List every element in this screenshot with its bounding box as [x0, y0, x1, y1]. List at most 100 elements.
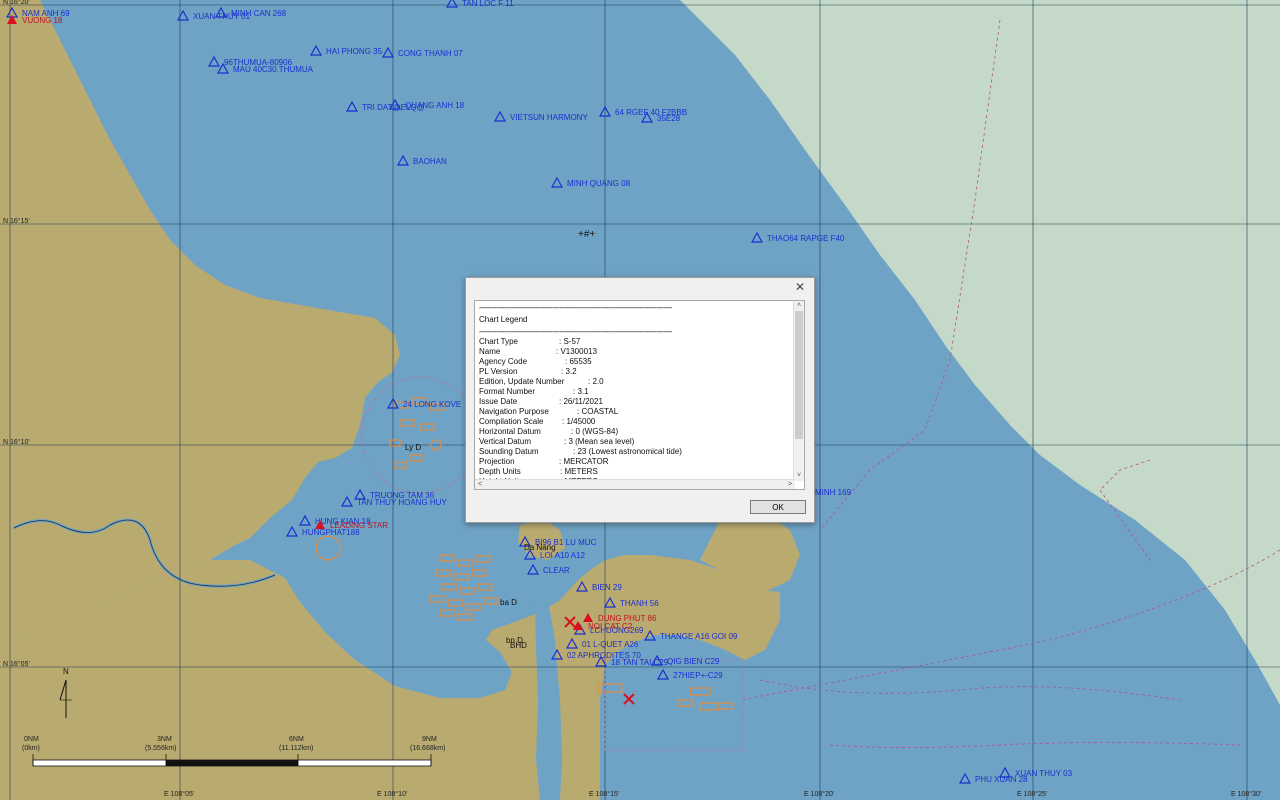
vessel-label[interactable]: 24 LONG KOVE [403, 400, 461, 409]
vessel-label[interactable]: TAN LOC F 11 [462, 0, 514, 8]
legend-value: : 3.2 [561, 367, 577, 376]
longitude-label: E 108°10' [377, 790, 407, 798]
legend-value: : 65535 [565, 357, 592, 366]
legend-rows: Chart Type : S-57 Name: V1300013 Agency Cod… [479, 337, 791, 483]
legend-key: Vertical Datum [479, 437, 532, 446]
vessel-label[interactable]: QUANG ANH 18 [405, 101, 465, 110]
vessel-label[interactable]: MINH QUANG 08 [567, 179, 631, 188]
legend-row: Agency Code : 65535 [479, 357, 791, 367]
vessel-label-alert[interactable]: LEADING STAR [330, 521, 388, 530]
longitude-label: E 108°15' [589, 790, 619, 798]
vessel-label[interactable]: HAI PHONG 35 [326, 47, 383, 56]
legend-value: : 3 (Mean sea level) [564, 437, 635, 446]
vertical-scrollbar[interactable]: ˄ ˅ [793, 301, 804, 481]
vessel-label-alert[interactable]: VUONG 18 [22, 16, 63, 25]
latitude-label: N 16°05' [3, 660, 30, 668]
legend-row: Chart Type : S-57 [479, 337, 791, 347]
vessel-label[interactable]: VIETSUN HARMONY [510, 113, 588, 122]
scroll-left-icon[interactable]: < [475, 480, 485, 489]
place-label: Ly D [405, 443, 421, 452]
legend-row: Navigation Purpose : COASTAL [479, 407, 791, 417]
vessel-label[interactable]: 01 L-QUET A26 [582, 640, 639, 649]
legend-value: : 1/45000 [562, 417, 596, 426]
legend-value: : COASTAL [577, 407, 619, 416]
legend-row: Depth Units : METERS [479, 467, 791, 477]
legend-key: Horizontal Datum [479, 427, 541, 436]
legend-separator: ----------------------------------------… [479, 327, 672, 336]
legend-key: Agency Code [479, 357, 528, 366]
legend-key: Depth Units [479, 467, 521, 476]
legend-row: Projection : MERCATOR [479, 457, 791, 467]
scale-3-nm: 3NM [157, 736, 172, 743]
chart-legend-dialog[interactable]: ✕ --------------------------------------… [465, 277, 815, 523]
latitude-label: N 16°20' [3, 0, 30, 6]
vessel-label[interactable]: MINH 169 [815, 488, 852, 497]
legend-value: : 23 (Lowest astronomical tide) [573, 447, 682, 456]
scale-9-km: (16.668km) [410, 745, 445, 752]
legend-key: Projection [479, 457, 515, 466]
legend-key: Edition, Update Number [479, 377, 565, 386]
vessel-label[interactable]: THAO64 RAPGE F40 [767, 234, 845, 243]
legend-row: Horizontal Datum : 0 (WGS-84) [479, 427, 791, 437]
place-label: BHD [510, 641, 527, 650]
vessel-label[interactable]: BAOHAN [413, 157, 447, 166]
legend-heading: Chart Legend [479, 315, 528, 324]
place-label: ba D [500, 598, 517, 607]
north-label: N [63, 667, 69, 676]
vessel-label[interactable]: 35E28 [657, 114, 681, 123]
legend-value: : METERS [560, 467, 598, 476]
legend-key: Chart Type [479, 337, 518, 346]
legend-key: Navigation Purpose [479, 407, 549, 416]
vessel-label[interactable]: MAU 40C30.THUMUA [233, 65, 314, 74]
scroll-down-icon[interactable]: ˅ [794, 471, 804, 481]
longitude-label: E 108°20' [804, 790, 834, 798]
legend-key: Sounding Datum [479, 447, 539, 456]
vessel-label[interactable]: CONG THANH 07 [398, 49, 463, 58]
legend-key: Issue Date [479, 397, 518, 406]
longitude-label: E 108°05' [164, 790, 194, 798]
close-icon[interactable]: ✕ [792, 280, 808, 294]
vessel-label[interactable]: QIG BIEN C29 [667, 657, 720, 666]
scale-6-nm: 6NM [289, 736, 304, 743]
scroll-right-icon[interactable]: > [785, 480, 795, 489]
vessel-label[interactable]: BIEN 29 [592, 583, 622, 592]
scale-0-nm: 0NM [24, 736, 39, 743]
legend-row: Edition, Update Number : 2.0 [479, 377, 791, 387]
legend-row: Format Number : 3.1 [479, 387, 791, 397]
horizontal-scrollbar[interactable]: < > [475, 479, 795, 489]
legend-row: Issue Date: 26/11/2021 [479, 397, 791, 407]
legend-key: Compilation Scale [479, 417, 544, 426]
scale-3-km: (5.556km) [145, 745, 177, 752]
scale-6-km: (11.112km) [279, 745, 313, 752]
legend-row: Vertical Datum : 3 (Mean sea level) [479, 437, 791, 447]
legend-key: Format Number [479, 387, 536, 396]
legend-row: Sounding Datum : 23 (Lowest astronomical … [479, 447, 791, 457]
place-label: Da Nang [524, 543, 556, 552]
legend-text-box[interactable]: ----------------------------------------… [474, 300, 805, 490]
legend-content: ----------------------------------------… [479, 303, 791, 483]
legend-value: : MERCATOR [559, 457, 609, 466]
longitude-label: E 108°30' [1231, 790, 1261, 798]
ok-button[interactable]: OK [750, 500, 806, 514]
vessel-label[interactable]: LOI A10 A12 [540, 551, 585, 560]
vessel-label[interactable]: CLEAR [543, 566, 570, 575]
vessel-label[interactable]: 27HIEP+-C29 [673, 671, 723, 680]
vessel-label[interactable]: MINH CAN 268 [231, 9, 287, 18]
legend-row: Name: V1300013 [479, 347, 791, 357]
longitude-label: E 108°25' [1017, 790, 1047, 798]
vessel-label-alert[interactable]: NOI CAT C2 [588, 622, 633, 631]
legend-separator: ----------------------------------------… [479, 303, 672, 312]
legend-value: : 2.0 [588, 377, 604, 386]
legend-key: PL Version [479, 367, 518, 376]
vessel-label[interactable]: XUAN THUY 03 [1015, 769, 1073, 778]
vessel-label[interactable]: TAN THUY HOANG HUY [357, 498, 447, 507]
latitude-label: N 16°10' [3, 438, 30, 446]
legend-value: : 3.1 [573, 387, 589, 396]
legend-row: Compilation Scale : 1/45000 [479, 417, 791, 427]
scroll-up-icon[interactable]: ˄ [794, 301, 804, 311]
vessel-label[interactable]: THANGE A16 GOI 09 [660, 632, 738, 641]
vessel-label[interactable]: THANH 56 [620, 599, 659, 608]
legend-value: : 0 (WGS-84) [571, 427, 619, 436]
legend-value: : S-57 [559, 337, 581, 346]
scroll-thumb[interactable] [795, 311, 803, 439]
